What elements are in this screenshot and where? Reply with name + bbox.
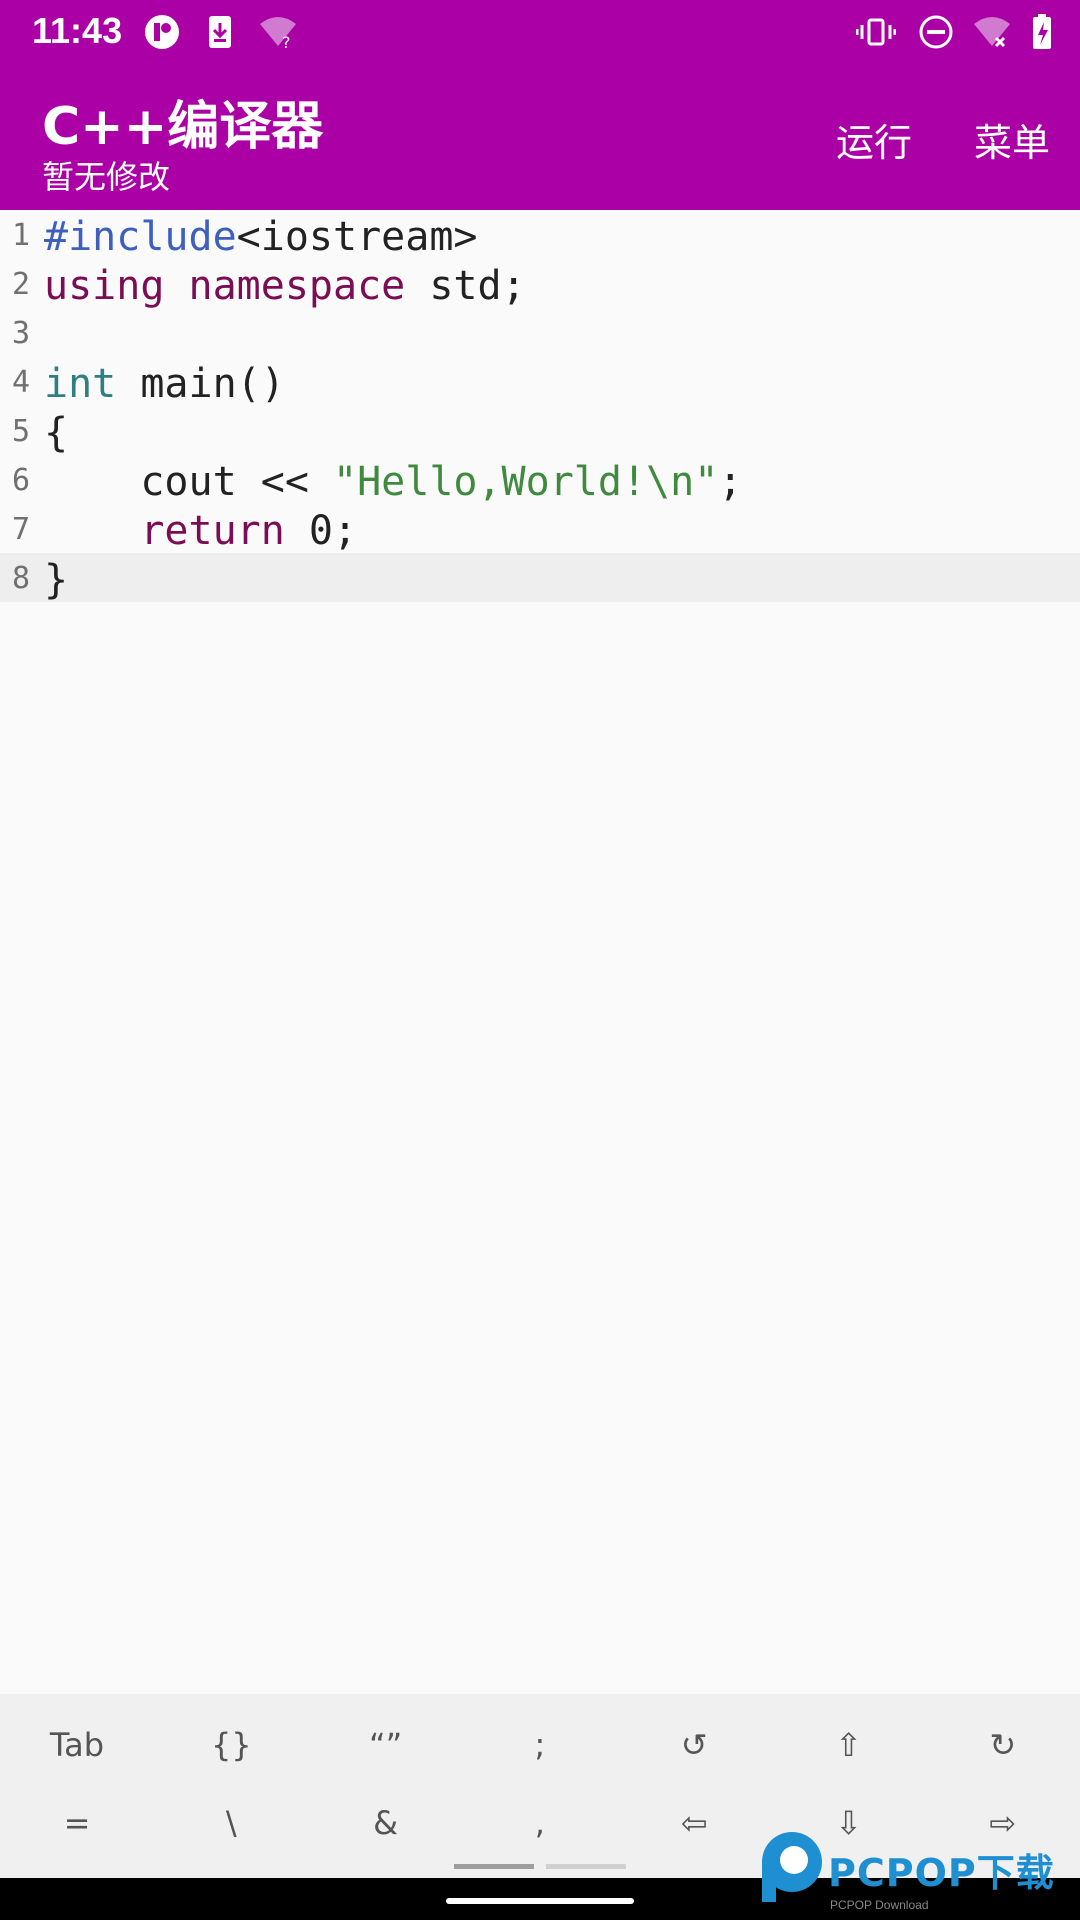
code-token: ; xyxy=(718,459,743,505)
code-token-str: "Hello,World!\n" xyxy=(332,459,719,505)
symbol-key[interactable]: ↺ xyxy=(617,1710,771,1780)
code-text[interactable]: using namespace std; xyxy=(44,263,526,309)
code-text[interactable]: #include<iostream> xyxy=(44,214,477,260)
code-token-kw: using xyxy=(44,263,165,309)
code-text[interactable]: return 0; xyxy=(44,508,357,554)
menu-button[interactable]: 菜单 xyxy=(974,112,1050,167)
code-text[interactable]: int main() xyxy=(44,361,285,407)
code-text[interactable]: cout << "Hello,World!\n"; xyxy=(44,459,742,505)
symbol-key[interactable]: , xyxy=(463,1788,617,1858)
app-title: C++编译器 xyxy=(42,97,324,157)
code-token: main() xyxy=(116,361,285,407)
code-text[interactable]: } xyxy=(44,557,68,603)
code-token: { xyxy=(44,410,69,456)
symbol-key[interactable]: Tab xyxy=(0,1710,154,1780)
line-number: 1 xyxy=(11,218,30,253)
page-indicator-active xyxy=(454,1864,534,1869)
symbol-key[interactable]: ⇧ xyxy=(772,1710,926,1780)
do-not-disturb-icon xyxy=(919,15,953,49)
pcpop-logo-icon xyxy=(762,1832,822,1902)
line-number: 4 xyxy=(11,365,30,400)
line-number: 3 xyxy=(11,316,30,351)
app-circle-icon xyxy=(145,15,179,49)
code-text[interactable]: { xyxy=(44,410,68,456)
code-token-kw: return xyxy=(140,508,285,554)
line-number: 7 xyxy=(11,512,30,547)
symbol-key[interactable]: \ xyxy=(154,1788,308,1858)
app-bar: C++编译器 暂无修改 运行 菜单 xyxy=(0,64,1080,210)
line-number: 2 xyxy=(11,267,30,302)
symbol-key[interactable]: ↻ xyxy=(926,1710,1080,1780)
symbol-key[interactable]: “” xyxy=(309,1710,463,1780)
code-line[interactable]: 5{ xyxy=(0,406,1080,456)
line-number: 8 xyxy=(11,561,30,596)
code-token: <iostream> xyxy=(236,214,478,260)
symbol-key[interactable]: ⇦ xyxy=(617,1788,771,1858)
status-time: 11:43 xyxy=(32,10,123,51)
symbol-key[interactable]: & xyxy=(309,1788,463,1858)
code-editor[interactable]: 1 #include<iostream> 2 using namespace std;… xyxy=(0,210,1080,1694)
modification-status: 暂无修改 xyxy=(42,158,171,196)
code-line[interactable]: 4 int main() xyxy=(0,357,1080,407)
code-line[interactable]: 3 xyxy=(0,308,1080,357)
symbol-key[interactable]: ; xyxy=(463,1710,617,1780)
download-icon xyxy=(209,16,231,48)
code-token: 0; xyxy=(284,508,358,554)
page-indicator xyxy=(546,1864,626,1869)
watermark-text: PCPOP下载 xyxy=(828,1851,1055,1895)
wifi-off-icon xyxy=(974,17,1010,48)
svg-text:?: ? xyxy=(282,33,291,52)
line-number: 5 xyxy=(11,414,30,449)
code-token-kw: namespace xyxy=(188,263,406,309)
code-token: } xyxy=(44,557,69,603)
vibrate-icon xyxy=(856,18,896,46)
code-token: std; xyxy=(405,263,526,309)
watermark: PCPOP下载 PCPOP Download xyxy=(752,1826,1080,1920)
code-token: cout << xyxy=(44,459,333,505)
code-line[interactable]: 7 return 0; xyxy=(0,504,1080,554)
code-token-kw-type: int xyxy=(44,361,117,407)
wifi-question-icon: ? xyxy=(260,17,296,52)
line-number: 6 xyxy=(11,463,30,498)
status-bar: 11:43 ? xyxy=(0,0,1080,64)
code-line[interactable]: 8} xyxy=(0,553,1080,603)
run-button[interactable]: 运行 xyxy=(836,112,912,167)
symbol-key[interactable]: = xyxy=(0,1788,154,1858)
code-token-kw-pre: #include xyxy=(44,214,237,260)
battery-charging-icon xyxy=(1033,14,1051,49)
watermark-subtext: PCPOP Download xyxy=(830,1898,929,1912)
code-line[interactable]: 2 using namespace std; xyxy=(0,259,1080,309)
code-line[interactable]: 1 #include<iostream> xyxy=(0,210,1080,260)
home-gesture-handle[interactable] xyxy=(446,1898,634,1904)
code-line[interactable]: 6 cout << "Hello,World!\n"; xyxy=(0,455,1080,505)
symbol-key[interactable]: {} xyxy=(154,1710,308,1780)
